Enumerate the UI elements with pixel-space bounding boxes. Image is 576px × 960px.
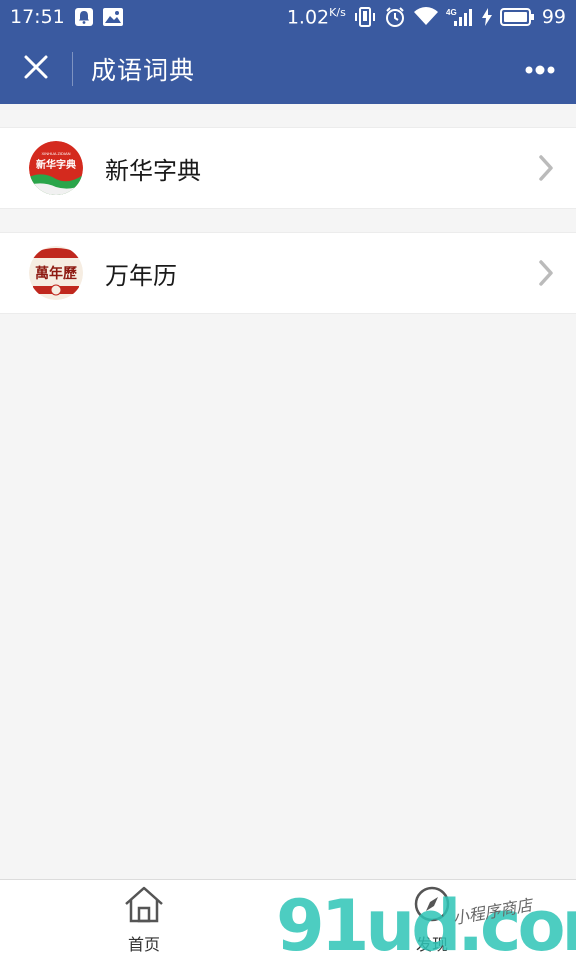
- close-icon: [23, 54, 49, 84]
- close-button[interactable]: [0, 34, 72, 104]
- page-title: 成语词典: [91, 56, 196, 85]
- status-time: 17:51: [10, 6, 65, 28]
- svg-text:XINHUA ZIDIAN: XINHUA ZIDIAN: [41, 151, 70, 156]
- battery-level: 99: [541, 5, 566, 28]
- xinhua-logo-icon: XINHUA ZIDIAN 新华字典: [29, 141, 83, 195]
- nav-divider: [72, 52, 73, 86]
- tab-discover[interactable]: 发现: [288, 880, 576, 960]
- list-item-xinhua-dictionary[interactable]: XINHUA ZIDIAN 新华字典 新华字典: [0, 127, 576, 209]
- net-speed: 1.02K/s: [286, 5, 346, 29]
- home-icon: [123, 885, 165, 927]
- svg-text:萬年歷: 萬年歷: [35, 265, 77, 282]
- gallery-icon: [102, 8, 123, 26]
- notification-icon: [74, 8, 93, 26]
- list-item-label: 新华字典: [105, 156, 201, 185]
- chevron-right-icon: [538, 154, 554, 182]
- alarm-icon: [384, 6, 406, 28]
- signal-4g-icon: 4G: [446, 7, 474, 27]
- calendar-logo-icon: 萬年歷: [29, 246, 83, 300]
- more-icon: [525, 60, 555, 79]
- svg-text:新华字典: 新华字典: [36, 158, 76, 171]
- nav-bar: 成语词典: [0, 34, 576, 104]
- svg-text:4G: 4G: [446, 8, 457, 17]
- vibrate-icon: [354, 6, 376, 27]
- tab-label: 首页: [127, 935, 160, 954]
- status-bar: 17:51 1.02K/s 4G 99: [0, 0, 576, 34]
- wifi-icon: [413, 7, 438, 27]
- charging-icon: [481, 7, 492, 26]
- more-button[interactable]: [504, 34, 576, 104]
- list-item-label: 万年历: [105, 261, 177, 290]
- tab-home[interactable]: 首页: [0, 880, 288, 960]
- tab-label: 发现: [415, 935, 448, 954]
- list-item-calendar[interactable]: 萬年歷 万年历: [0, 232, 576, 314]
- battery-icon: [499, 7, 534, 26]
- chevron-right-icon: [538, 259, 554, 287]
- tab-bar: 首页 发现: [0, 879, 576, 960]
- compass-icon: [413, 885, 451, 927]
